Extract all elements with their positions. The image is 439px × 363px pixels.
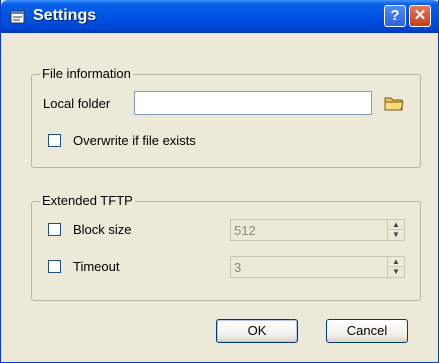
file-information-group: File information — [31, 66, 421, 168]
block-size-spin-buttons: ▲ ▼ — [387, 220, 404, 240]
overwrite-checkbox[interactable] — [48, 134, 61, 147]
spin-down-icon[interactable]: ▼ — [388, 230, 404, 240]
spin-up-icon[interactable]: ▲ — [388, 220, 404, 230]
cancel-label: Cancel — [346, 323, 388, 338]
timeout-value: 3 — [234, 260, 242, 275]
spin-down-icon[interactable]: ▼ — [388, 267, 404, 277]
title-bar[interactable]: Settings ? ✕ — [1, 0, 439, 33]
timeout-spin-buttons: ▲ ▼ — [387, 257, 404, 277]
timeout-spinner[interactable]: 3 ▲ ▼ — [230, 256, 405, 278]
window-title: Settings — [33, 7, 97, 24]
close-button[interactable]: ✕ — [409, 5, 431, 27]
close-icon: ✕ — [413, 7, 427, 24]
local-folder-input[interactable] — [134, 91, 372, 115]
file-information-legend: File information — [40, 66, 133, 81]
ok-label: OK — [247, 323, 267, 338]
help-icon: ? — [390, 7, 400, 24]
timeout-label: Timeout — [73, 259, 120, 274]
block-size-checkbox[interactable] — [48, 223, 61, 236]
local-folder-label: Local folder — [43, 96, 111, 111]
cancel-button[interactable]: Cancel — [326, 319, 408, 343]
extended-tftp-group: Extended TFTP — [31, 193, 421, 301]
timeout-checkbox[interactable] — [48, 260, 61, 273]
block-size-spinner[interactable]: 512 ▲ ▼ — [230, 219, 405, 241]
overwrite-label: Overwrite if file exists — [73, 133, 196, 148]
browse-folder-button[interactable] — [382, 91, 406, 115]
block-size-label: Block size — [73, 222, 132, 237]
ok-button[interactable]: OK — [216, 319, 298, 343]
help-button[interactable]: ? — [384, 5, 406, 27]
spin-up-icon[interactable]: ▲ — [388, 257, 404, 267]
block-size-value: 512 — [234, 223, 256, 238]
settings-window-icon — [10, 10, 25, 24]
folder-icon — [384, 97, 404, 111]
extended-tftp-legend: Extended TFTP — [40, 193, 135, 208]
settings-dialog: Settings ? ✕ File information Local fold… — [0, 0, 439, 363]
